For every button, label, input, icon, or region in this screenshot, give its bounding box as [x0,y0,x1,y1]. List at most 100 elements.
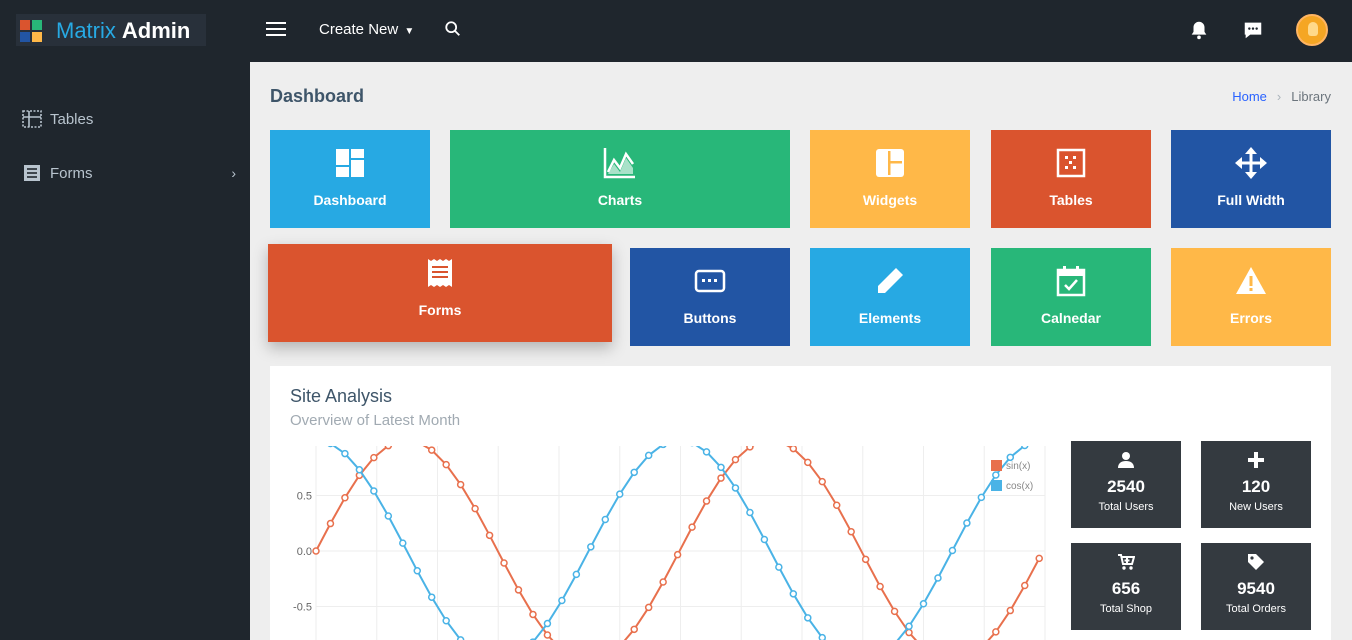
create-new-dropdown[interactable]: Create New ▼ [319,21,414,38]
stat-value: 9540 [1237,579,1275,598]
y-tick-label: 1.0 [297,446,312,447]
sidebar-item-forms[interactable]: Forms › [0,153,250,193]
tag-icon [1248,554,1264,570]
data-point [644,603,653,612]
tile-charts[interactable]: Charts [450,130,790,228]
cart-icon [1118,554,1135,570]
stat-label: New Users [1229,501,1283,513]
tile-label: Buttons [683,310,737,326]
alert-icon [1236,267,1266,294]
tile-full-width[interactable]: Full Width [1171,130,1331,228]
data-point [1021,581,1029,590]
data-point [963,519,971,527]
breadcrumb: Home › Library [1232,89,1331,104]
data-point [1006,453,1015,462]
topbar-left: Create New ▼ [266,18,462,40]
user-avatar[interactable] [1296,14,1328,46]
data-point [746,446,754,451]
breadcrumb-current: Library [1291,89,1331,104]
tile-label: Tables [1049,192,1093,208]
stat-label: Total Orders [1226,603,1286,615]
create-new-label: Create New [319,20,399,38]
legend-label: sin(x) [1006,461,1030,472]
calendar-icon [1056,266,1086,297]
bell-icon[interactable] [1188,19,1210,41]
widgets-icon [876,149,904,177]
brand-name: Matrix Admin [56,18,190,44]
data-point [760,535,769,544]
data-point [644,451,653,460]
sidebar-item-label: Tables [50,110,94,128]
data-point [1006,606,1015,615]
table-icon [22,110,42,128]
tile-label: Charts [597,192,643,208]
series-line-cos [332,446,1027,640]
card-subtitle: Overview of Latest Month [290,412,461,429]
data-point [789,446,798,453]
data-point [731,455,740,464]
data-point [341,449,349,458]
data-point [384,446,393,450]
stat-label: Total Users [1098,501,1154,513]
sidebar: Tables Forms › [0,62,250,640]
stat-value: 120 [1241,477,1271,496]
data-point [456,480,465,489]
data-point [572,570,581,579]
data-point [731,484,740,492]
y-tick-label: 0.0 [297,546,312,558]
data-point [630,468,638,477]
sidebar-item-tables[interactable]: Tables [0,99,250,139]
data-point [558,596,566,605]
data-point [905,622,913,631]
tile-label: Full Width [1217,192,1285,208]
tile-calendar[interactable]: Calnedar [991,248,1151,346]
tile-dashboard[interactable]: Dashboard [270,130,430,228]
message-icon[interactable] [1242,19,1264,41]
logo-area: Matrix Admin [0,0,250,62]
data-point [890,607,899,616]
data-point [630,625,638,634]
data-point [370,487,378,495]
tile-label: Forms [418,302,462,318]
tile-widgets[interactable]: Widgets [810,130,970,228]
brand-logo[interactable]: Matrix Admin [16,14,206,46]
data-point [471,504,479,513]
topbar: Matrix Admin Create New ▼ [0,0,1352,62]
y-tick-label: -0.5 [293,602,312,614]
tile-forms[interactable]: Forms [268,244,612,342]
data-point [543,619,552,628]
menu-toggle-icon[interactable] [266,18,288,40]
data-point [355,466,364,474]
tile-errors[interactable]: Errors [1171,248,1331,346]
data-point [746,508,754,517]
tile-label: Dashboard [313,192,387,208]
search-icon[interactable] [444,20,462,38]
data-point [1035,554,1043,563]
data-point [847,527,855,536]
tile-buttons[interactable]: Buttons [630,248,790,346]
data-point [832,501,841,510]
tile-tables[interactable]: Tables [991,130,1151,228]
data-point [587,543,595,551]
y-tick-label: 0.5 [297,491,312,503]
data-point [977,493,986,502]
data-point [427,593,436,601]
data-point [529,610,537,619]
site-analysis-card: Site Analysis Overview of Latest Month 1… [270,366,1331,640]
tile-elements[interactable]: Elements [810,248,970,346]
brand-name-part1: Matrix [56,18,116,43]
form-icon [24,165,40,181]
series-line-sin [315,446,1041,640]
sidebar-item-label: Forms [50,164,93,182]
chevron-down-icon: ▼ [404,25,415,37]
stat-total-shop: 656 Total Shop [1071,543,1181,630]
topbar-right [1188,14,1328,46]
stat-value: 656 [1111,579,1141,598]
data-point [775,563,783,571]
stat-value: 2540 [1107,477,1145,496]
stat-new-users: 120 New Users [1201,441,1311,528]
data-point [500,559,508,567]
data-point [543,631,552,639]
data-point [427,446,436,454]
breadcrumb-home[interactable]: Home [1232,89,1267,104]
